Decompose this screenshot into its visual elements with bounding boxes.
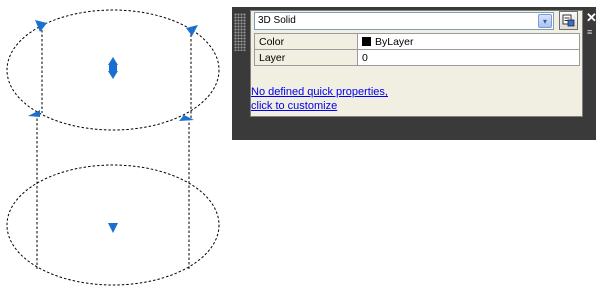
grip-arrow-icon[interactable]	[35, 20, 47, 32]
customize-icon	[562, 14, 575, 27]
customize-link-line1[interactable]: No defined quick properties,	[251, 86, 388, 99]
move-grip-icon[interactable]	[108, 57, 118, 79]
quick-properties-body: 3D Solid ▾ Color ByLayer Layer 0 No defi…	[250, 10, 583, 117]
property-label-layer: Layer	[254, 49, 358, 66]
object-type-select[interactable]: 3D Solid ▾	[254, 12, 554, 30]
grip-arrow-icon[interactable]	[179, 115, 194, 121]
property-label-color: Color	[254, 33, 358, 50]
quick-properties-palette: 3D Solid ▾ Color ByLayer Layer 0 No defi…	[232, 7, 596, 140]
palette-grip-handle[interactable]	[234, 13, 246, 51]
property-value-color[interactable]: ByLayer	[357, 33, 580, 50]
properties-table: Color ByLayer Layer 0	[254, 33, 580, 66]
grip-arrow-icon[interactable]	[108, 223, 118, 233]
color-swatch	[362, 36, 371, 46]
palette-menu-icon[interactable]: ≡	[587, 28, 592, 37]
object-type-value: 3D Solid	[258, 15, 296, 26]
chevron-down-icon[interactable]: ▾	[538, 14, 552, 28]
customize-button[interactable]	[559, 11, 578, 30]
grip-arrow-icon[interactable]	[28, 110, 40, 117]
close-icon[interactable]: ✕	[586, 11, 596, 24]
color-value-text: ByLayer	[375, 35, 414, 48]
table-row: Color ByLayer	[254, 33, 580, 50]
property-value-layer[interactable]: 0	[357, 49, 580, 66]
table-row: Layer 0	[254, 49, 580, 66]
customize-link-line2[interactable]: click to customize	[251, 100, 337, 113]
grip-arrow-icon[interactable]	[186, 25, 198, 36]
